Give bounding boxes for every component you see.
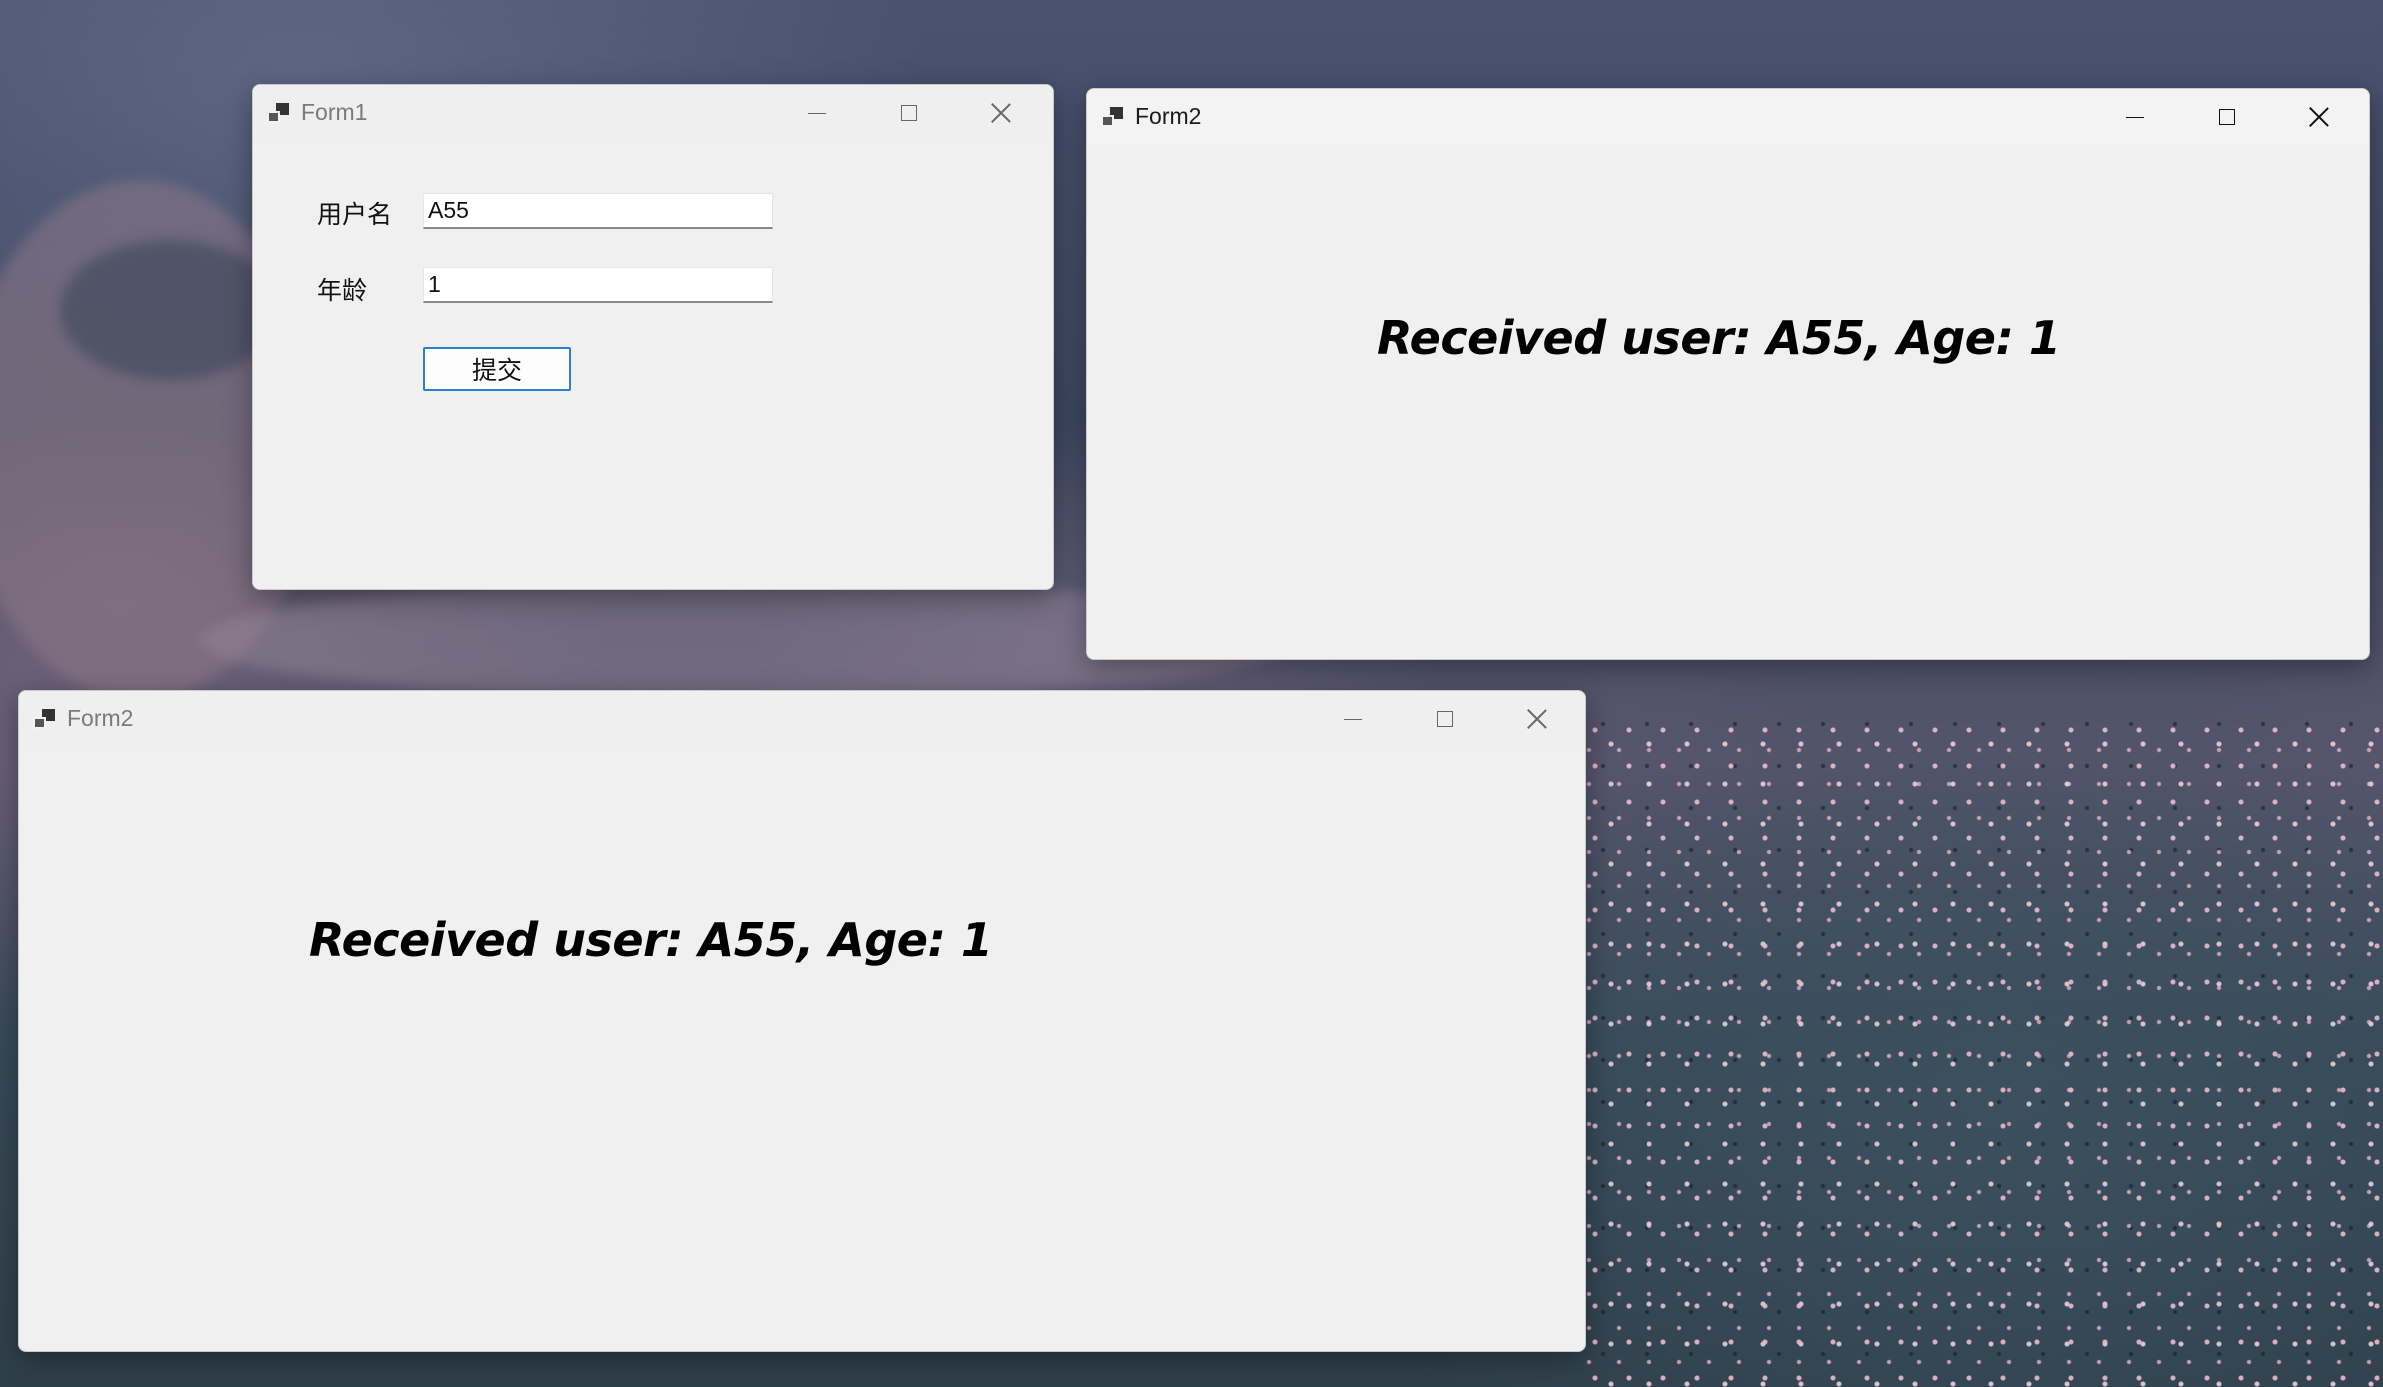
wallpaper-lagoon <box>60 240 280 380</box>
winforms-app-icon <box>1101 107 1125 129</box>
form2-bottom-window: Form2 Received user: A55, Age: 1 <box>18 690 1586 1352</box>
form2-top-title: Form2 <box>1135 103 1202 129</box>
form1-minimize-button[interactable] <box>771 85 863 141</box>
maximize-icon <box>901 105 917 121</box>
form1-titlebar[interactable]: Form1 <box>253 85 1053 141</box>
maximize-icon <box>1437 711 1453 727</box>
close-icon <box>2308 106 2330 128</box>
winforms-app-icon <box>267 103 291 125</box>
form2-top-close-button[interactable] <box>2273 89 2365 145</box>
username-label: 用户名 <box>317 201 393 229</box>
form2-bottom-title: Form2 <box>67 705 134 731</box>
form2-top-titlebar[interactable]: Form2 <box>1087 89 2369 145</box>
minimize-icon <box>1344 718 1362 720</box>
maximize-icon <box>2219 109 2235 125</box>
username-input[interactable] <box>423 193 773 229</box>
close-icon <box>990 102 1012 124</box>
form2-top-maximize-button[interactable] <box>2181 89 2273 145</box>
received-user-message: Received user: A55, Age: 1 <box>1377 311 2061 365</box>
form2-bottom-titlebar[interactable]: Form2 <box>19 691 1585 747</box>
form2-bottom-close-button[interactable] <box>1491 691 1583 747</box>
age-input[interactable] <box>423 267 773 303</box>
wallpaper-flamingo-flock <box>1585 720 2383 1387</box>
submit-button[interactable]: 提交 <box>423 347 571 391</box>
form1-title: Form1 <box>301 99 368 125</box>
form2-bottom-minimize-button[interactable] <box>1307 691 1399 747</box>
form2-bottom-maximize-button[interactable] <box>1399 691 1491 747</box>
winforms-app-icon <box>33 709 57 731</box>
form1-close-button[interactable] <box>955 85 1047 141</box>
form2-top-minimize-button[interactable] <box>2089 89 2181 145</box>
form1-maximize-button[interactable] <box>863 85 955 141</box>
age-label: 年龄 <box>317 277 368 305</box>
form1-window: Form1 用户名 年龄 提交 <box>252 84 1054 590</box>
received-user-message: Received user: A55, Age: 1 <box>309 913 993 967</box>
form2-top-window: Form2 Received user: A55, Age: 1 <box>1086 88 2370 660</box>
close-icon <box>1526 708 1548 730</box>
minimize-icon <box>808 112 826 114</box>
minimize-icon <box>2126 116 2144 118</box>
